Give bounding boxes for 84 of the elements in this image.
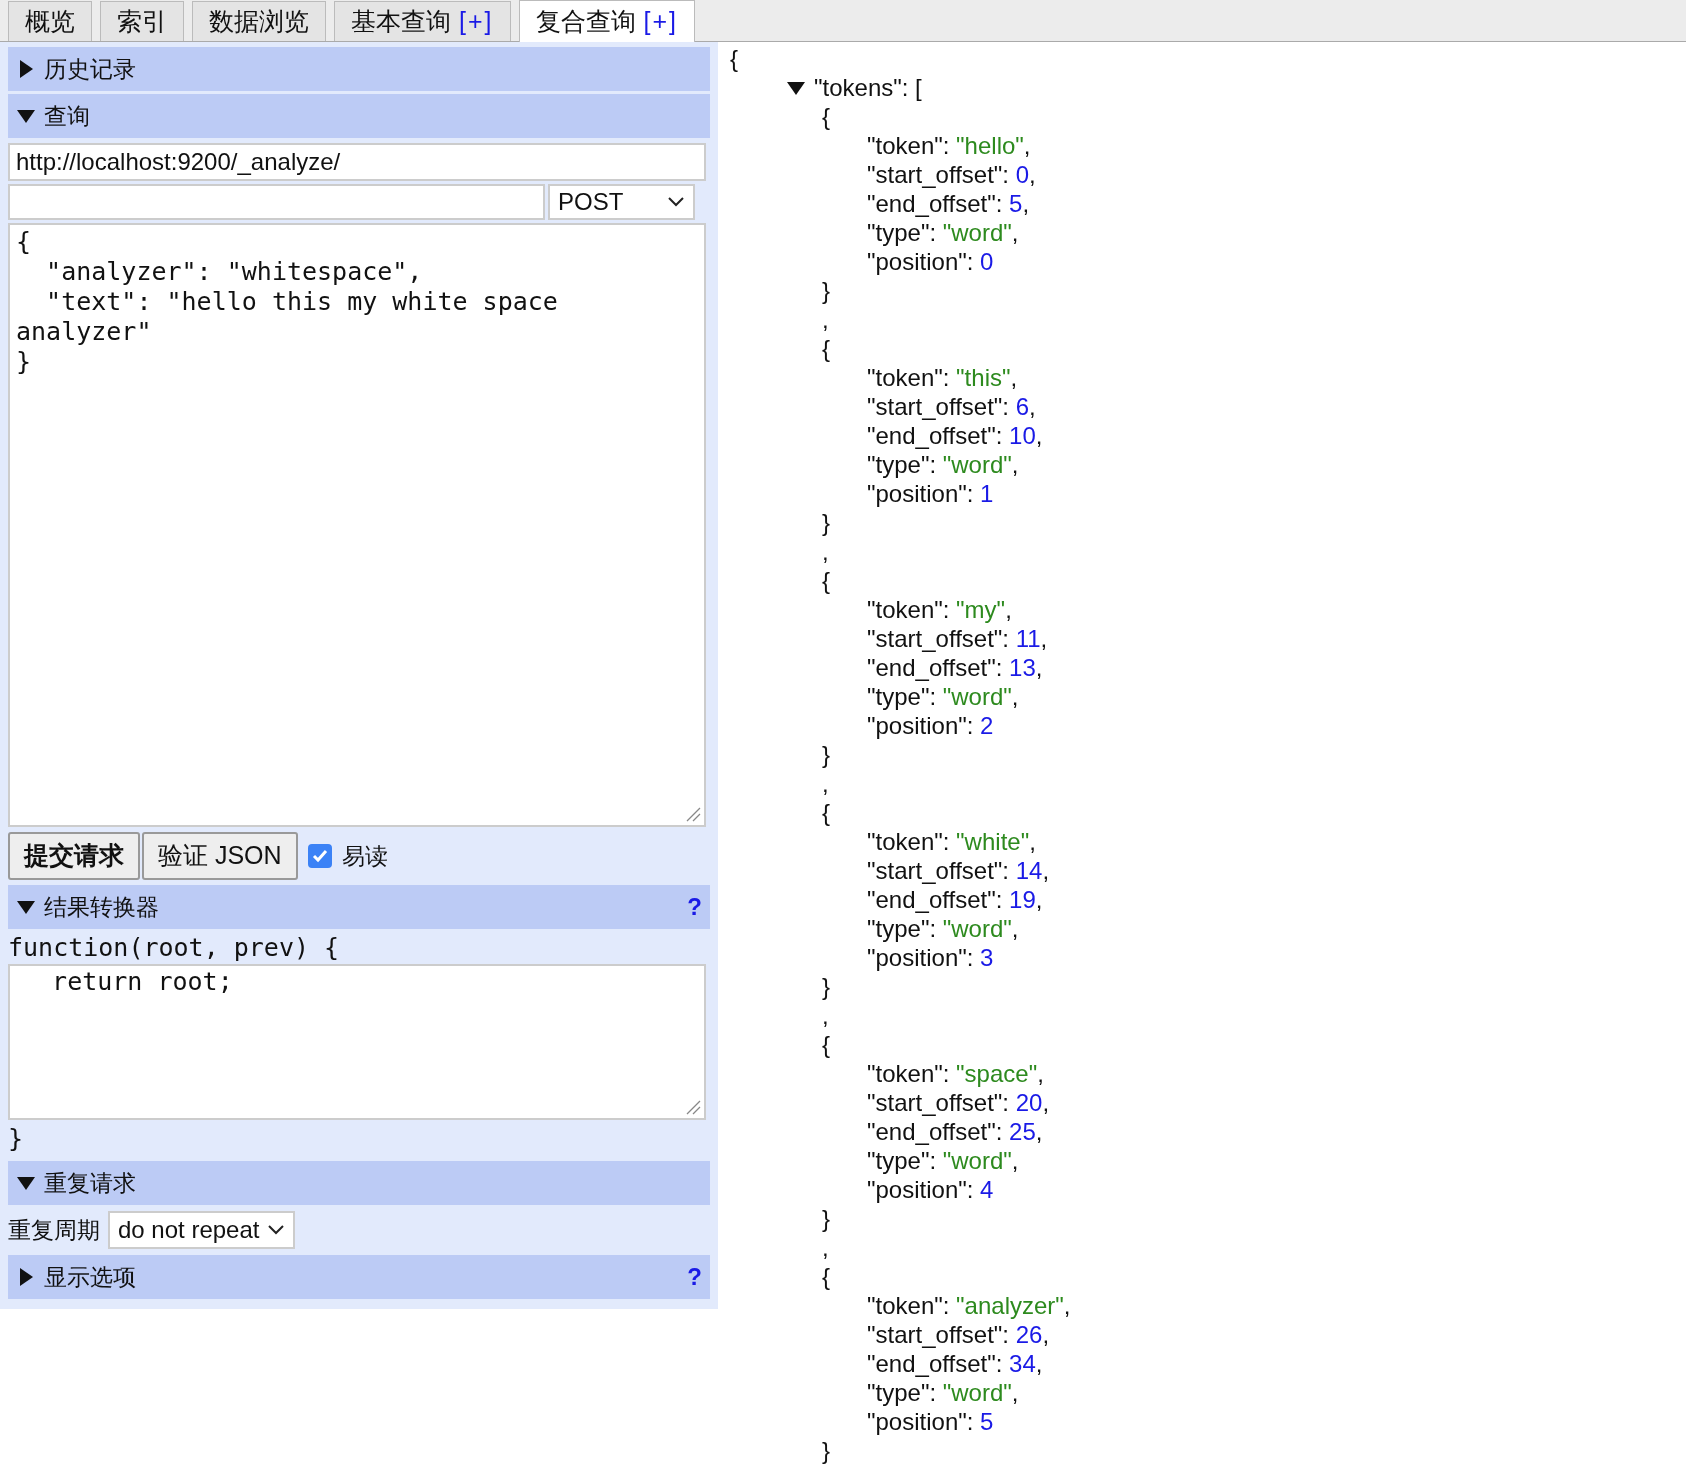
transformer-code-field[interactable]: return root;: [8, 964, 706, 1120]
json-property: "type": "word",: [867, 682, 1019, 711]
resize-grip-icon[interactable]: [685, 806, 701, 822]
json-property: "end_offset": 10,: [867, 421, 1043, 450]
section-header[interactable]: 显示选项 ?: [8, 1255, 710, 1299]
section-title: 查询: [44, 101, 90, 131]
json-property: "position": 5: [867, 1407, 994, 1436]
help-link[interactable]: ?: [687, 1259, 702, 1295]
json-property: "token": "analyzer",: [867, 1291, 1071, 1320]
json-brace: }: [822, 508, 830, 537]
section-title: 显示选项: [44, 1262, 136, 1292]
json-property: "type": "word",: [867, 1378, 1019, 1407]
json-brace: {: [822, 1030, 830, 1059]
json-property: "type": "word",: [867, 914, 1019, 943]
json-brace: {: [822, 334, 830, 363]
json-property: "type": "word",: [867, 218, 1019, 247]
json-property: "start_offset": 11,: [867, 624, 1048, 653]
url-field[interactable]: http://localhost:9200/_analyze/: [8, 143, 706, 181]
json-property: "position": 1: [867, 479, 994, 508]
pretty-label: 易读: [341, 841, 388, 871]
json-property: "end_offset": 25,: [867, 1117, 1043, 1146]
repeat-period-label: 重复周期: [8, 1215, 100, 1245]
json-property: "token": "white",: [867, 827, 1036, 856]
json-property: "type": "word",: [867, 1146, 1019, 1175]
json-property: "end_offset": 5,: [867, 189, 1030, 218]
json-property: "end_offset": 34,: [867, 1349, 1043, 1378]
json-property: "position": 4: [867, 1175, 994, 1204]
json-property: "start_offset": 14,: [867, 856, 1050, 885]
validate-json-button[interactable]: 验证 JSON: [142, 832, 298, 880]
json-comma: ,: [822, 769, 829, 798]
json-key: "tokens": [: [814, 73, 922, 102]
json-brace: }: [822, 1436, 830, 1465]
json-comma: ,: [822, 1233, 829, 1262]
json-brace: {: [822, 1262, 830, 1291]
json-property: "token": "this",: [867, 363, 1018, 392]
tab[interactable]: 数据浏览: [192, 1, 326, 41]
section-header[interactable]: 历史记录: [8, 47, 710, 91]
tab[interactable]: 复合查询 [+]: [518, 0, 695, 42]
json-comma: ,: [822, 537, 829, 566]
json-property: "token": "space",: [867, 1059, 1044, 1088]
method-select[interactable]: POST: [548, 184, 695, 220]
json-property: "type": "word",: [867, 450, 1019, 479]
chevron-down-icon: [667, 196, 685, 208]
resize-grip-icon[interactable]: [685, 1099, 701, 1115]
path-field[interactable]: [8, 184, 545, 220]
section-title: 历史记录: [44, 54, 136, 84]
json-brace: {: [730, 44, 738, 73]
section-header[interactable]: 重复请求: [8, 1161, 710, 1205]
json-brace: }: [822, 276, 830, 305]
tab[interactable]: 基本查询 [+]: [334, 1, 511, 41]
json-property: "start_offset": 0,: [867, 160, 1036, 189]
json-brace: }: [822, 740, 830, 769]
help-link[interactable]: ?: [687, 889, 702, 925]
json-brace: {: [822, 798, 830, 827]
json-property: "start_offset": 6,: [867, 392, 1036, 421]
code-line: function(root, prev) {: [8, 932, 341, 964]
json-property: "position": 3: [867, 943, 994, 972]
json-property: "position": 2: [867, 711, 994, 740]
json-property: "end_offset": 19,: [867, 885, 1043, 914]
pretty-checkbox[interactable]: [307, 844, 332, 868]
tab[interactable]: 索引: [100, 1, 184, 41]
request-body-field[interactable]: { "analyzer": "whitespace", "text": "hello this my white space analyzer" }: [8, 223, 706, 827]
section-header[interactable]: 结果转换器 ?: [8, 885, 710, 929]
section-header[interactable]: 查询: [8, 94, 710, 138]
json-property: "position": 0: [867, 247, 994, 276]
json-property: "token": "my",: [867, 595, 1012, 624]
section-title: 结果转换器: [44, 892, 159, 922]
chevron-down-icon: [267, 1224, 286, 1236]
json-property: "start_offset": 20,: [867, 1088, 1050, 1117]
json-property: "token": "hello",: [867, 131, 1031, 160]
repeat-period-select[interactable]: do not repeat: [108, 1211, 296, 1249]
json-property: "start_offset": 26,: [867, 1320, 1050, 1349]
json-comma: ,: [822, 1001, 829, 1030]
submit-button[interactable]: 提交请求: [8, 832, 140, 880]
code-line: }: [8, 1123, 25, 1155]
json-comma: ,: [822, 305, 829, 334]
json-brace: {: [822, 566, 830, 595]
section-title: 重复请求: [44, 1168, 136, 1198]
json-property: "end_offset": 13,: [867, 653, 1043, 682]
tab[interactable]: 概览: [8, 1, 92, 41]
check-icon: [310, 847, 329, 865]
json-brace: }: [822, 972, 830, 1001]
json-brace: }: [822, 1204, 830, 1233]
json-brace: {: [822, 102, 830, 131]
